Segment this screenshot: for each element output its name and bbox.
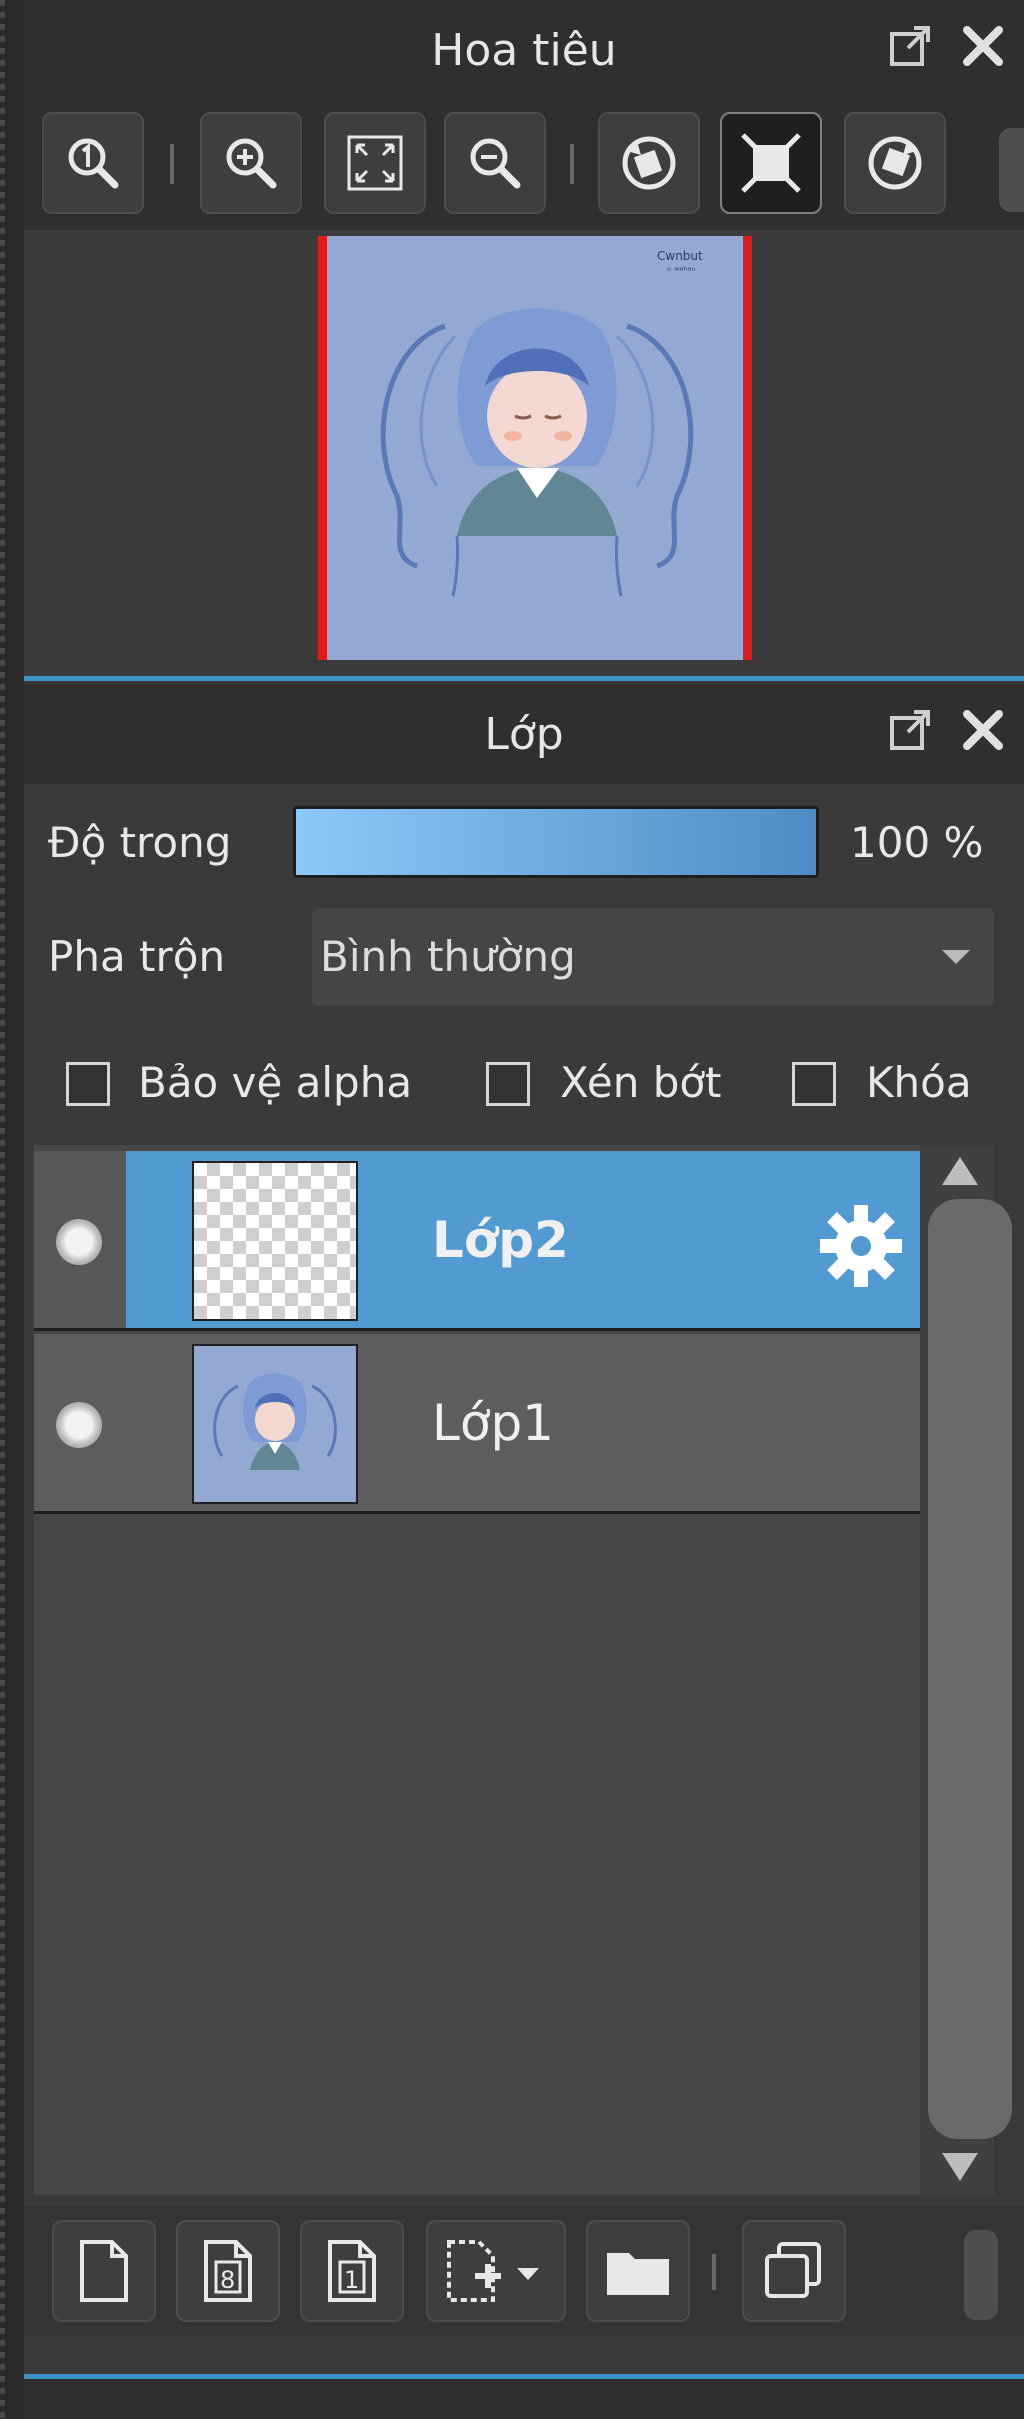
layers-title: Lớp <box>484 708 564 760</box>
clipping-checkbox[interactable] <box>486 1062 530 1106</box>
visibility-toggle-icon[interactable] <box>56 1219 102 1265</box>
layer-8bit-icon: 8 <box>204 2240 252 2302</box>
rotate-left-icon <box>622 136 676 190</box>
opacity-label: Độ trong <box>48 818 232 867</box>
duplicate-icon <box>765 2242 821 2298</box>
duplicate-layer-button[interactable] <box>742 2220 846 2322</box>
layer-toolbar: 8 1 <box>24 2206 1024 2336</box>
close-panel-icon[interactable] <box>959 22 1007 70</box>
detach-panel-icon[interactable] <box>886 22 934 70</box>
new-8bit-layer-button[interactable]: 8 <box>176 2220 280 2322</box>
chevron-down-icon <box>942 950 970 964</box>
navigator-toolbar <box>24 100 1024 230</box>
blend-label: Pha trộn <box>48 932 226 981</box>
toolbar-separator <box>712 2254 716 2290</box>
new-layer-button[interactable] <box>52 2220 156 2322</box>
new-folder-button[interactable] <box>586 2220 690 2322</box>
scroll-down-arrow-icon[interactable] <box>942 2153 978 2181</box>
svg-text:ᵒ ʷᵃʰᵃᵘ: ᵒ ʷᵃʰᵃᵘ <box>667 266 695 277</box>
lock-checkbox[interactable] <box>792 1062 836 1106</box>
fit-screen-icon <box>347 135 403 191</box>
clipping-label: Xén bớt <box>560 1058 722 1107</box>
protect-alpha-label: Bảo vệ alpha <box>138 1058 413 1107</box>
left-edge-strip <box>0 0 24 2419</box>
svg-text:8: 8 <box>220 2266 235 2294</box>
layer-name: Lớp1 <box>432 1394 554 1452</box>
gear-icon[interactable] <box>818 1203 904 1289</box>
blend-mode-select[interactable]: Bình thường <box>312 908 994 1006</box>
zoom-out-button[interactable] <box>444 112 546 214</box>
layer-thumbnail <box>192 1344 358 1504</box>
layer-name: Lớp2 <box>432 1211 569 1269</box>
opacity-slider[interactable] <box>293 806 819 878</box>
folder-icon <box>607 2253 669 2295</box>
close-panel-icon[interactable] <box>959 706 1007 754</box>
visibility-column <box>34 1334 126 1511</box>
layer-thumbnail <box>192 1161 358 1321</box>
visibility-toggle-icon[interactable] <box>56 1402 102 1448</box>
layer-list: Lớp2 Lớp1 <box>34 1145 920 2195</box>
fit-screen-button[interactable] <box>324 112 426 214</box>
toolbar-separator <box>170 144 174 184</box>
fill-screen-button[interactable] <box>720 112 822 214</box>
visibility-column <box>34 1151 126 1328</box>
canvas-preview: Cwnbut ᵒ ʷᵃʰᵃᵘ <box>318 236 752 660</box>
lock-label: Khóa <box>866 1058 972 1107</box>
layer-row-lop2[interactable]: Lớp2 <box>34 1151 920 1331</box>
rotate-right-button[interactable] <box>844 112 946 214</box>
scroll-up-arrow-icon[interactable] <box>942 1157 978 1185</box>
toolbar-scroll-handle[interactable] <box>964 2230 998 2320</box>
layer-1bit-icon: 1 <box>328 2240 376 2302</box>
character-drawing: Cwnbut ᵒ ʷᵃʰᵃᵘ <box>380 249 703 597</box>
zoom-out-icon <box>470 138 521 189</box>
layer-list-scrollbar[interactable] <box>920 1145 1012 2195</box>
add-layer-menu-button[interactable] <box>426 2220 566 2322</box>
blend-mode-value: Bình thường <box>320 932 576 981</box>
thumbnail-drawing <box>213 1373 337 1470</box>
zoom-in-button[interactable] <box>200 112 302 214</box>
toolbar-separator <box>570 144 574 184</box>
new-1bit-layer-button[interactable]: 1 <box>300 2220 404 2322</box>
scrollbar-thumb[interactable] <box>928 1199 1012 2139</box>
navigator-preview[interactable]: Cwnbut ᵒ ʷᵃʰᵃᵘ <box>24 230 1024 660</box>
zoom-actual-button[interactable] <box>42 112 144 214</box>
svg-text:1: 1 <box>344 2266 359 2294</box>
layer-row-lop1[interactable]: Lớp1 <box>34 1334 920 1514</box>
fill-screen-icon <box>741 133 801 193</box>
navigator-title: Hoa tiêu <box>431 24 617 76</box>
svg-text:Cwnbut: Cwnbut <box>657 249 703 263</box>
layers-header: Lớp <box>24 684 1024 784</box>
add-layer-dropdown-icon <box>447 2240 539 2302</box>
rotate-right-icon <box>868 136 922 190</box>
zoom-in-icon <box>226 138 277 189</box>
detach-panel-icon[interactable] <box>886 706 934 754</box>
protect-alpha-checkbox[interactable] <box>66 1062 110 1106</box>
opacity-value: 100 % <box>850 818 984 867</box>
zoom-actual-icon <box>68 138 119 189</box>
next-panel-header <box>24 2374 1024 2419</box>
new-page-icon <box>80 2240 128 2302</box>
navigator-header: Hoa tiêu <box>24 0 1024 100</box>
panel-divider[interactable] <box>24 676 1024 681</box>
rotate-left-button[interactable] <box>598 112 700 214</box>
toolbar-scroll-handle[interactable] <box>999 128 1024 212</box>
